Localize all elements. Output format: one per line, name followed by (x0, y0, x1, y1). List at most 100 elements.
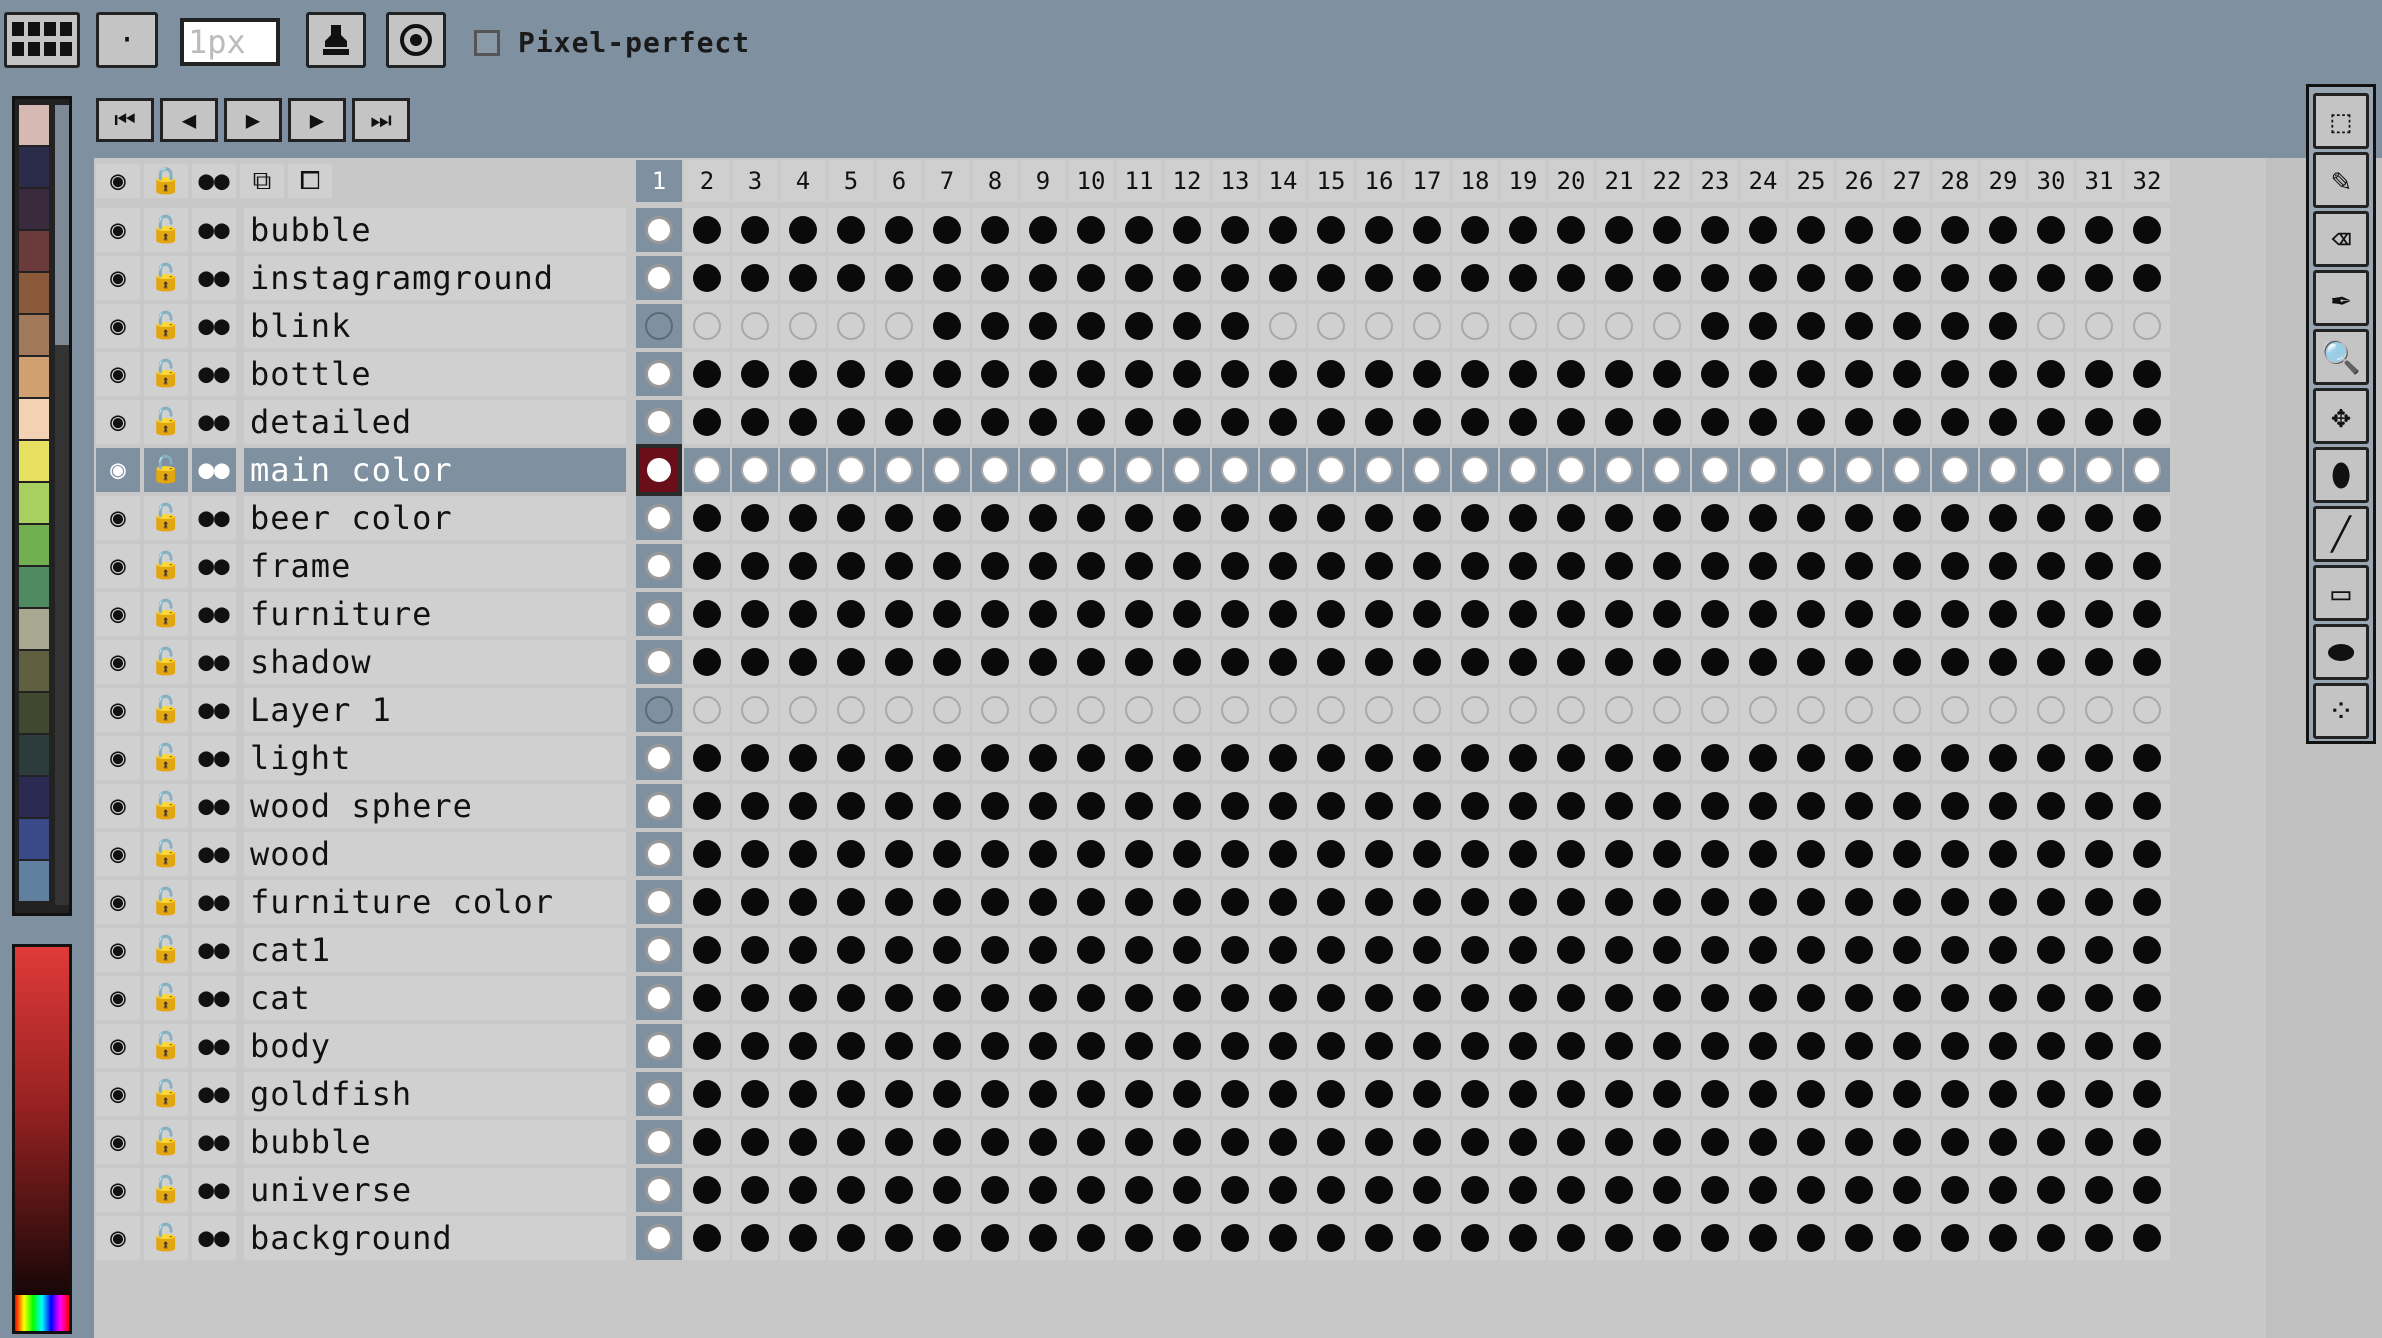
cel-frame-30[interactable] (2028, 976, 2074, 1020)
layer-row[interactable]: ◉ 🔓 ●● universe (94, 1166, 2174, 1214)
cel-frame-20[interactable] (1548, 1120, 1594, 1164)
cel-frame-2[interactable] (684, 352, 730, 396)
cel-frame-12[interactable] (1164, 1216, 1210, 1260)
cel-frame-25[interactable] (1788, 640, 1834, 684)
visibility-eye-icon[interactable]: ◉ (96, 832, 140, 876)
cel-frame-19[interactable] (1500, 496, 1546, 540)
cel-frame-1[interactable] (636, 1072, 682, 1116)
cel-frame-16[interactable] (1356, 1216, 1402, 1260)
cel-frame-8[interactable] (972, 400, 1018, 444)
cel-frame-30[interactable] (2028, 1168, 2074, 1212)
cel-frame-23[interactable] (1692, 208, 1738, 252)
cel-frame-27[interactable] (1884, 400, 1930, 444)
cel-frame-19[interactable] (1500, 736, 1546, 780)
palette-swatch[interactable] (19, 231, 49, 271)
cel-frame-16[interactable] (1356, 640, 1402, 684)
cel-frame-30[interactable] (2028, 736, 2074, 780)
cel-frame-16[interactable] (1356, 352, 1402, 396)
cel-frame-17[interactable] (1404, 1072, 1450, 1116)
cel-frame-2[interactable] (684, 1216, 730, 1260)
cel-frame-1[interactable] (636, 1168, 682, 1212)
cel-frame-25[interactable] (1788, 1216, 1834, 1260)
cel-frame-21[interactable] (1596, 208, 1642, 252)
cel-frame-32[interactable] (2124, 400, 2170, 444)
cel-frame-29[interactable] (1980, 208, 2026, 252)
cel-frame-19[interactable] (1500, 640, 1546, 684)
cel-frame-17[interactable] (1404, 832, 1450, 876)
cel-frame-26[interactable] (1836, 208, 1882, 252)
cel-frame-30[interactable] (2028, 352, 2074, 396)
onion-skin-icon[interactable]: ●● (192, 736, 236, 780)
cel-frame-26[interactable] (1836, 640, 1882, 684)
layer-group-header-icon[interactable]: ⧉ (240, 164, 284, 198)
cel-frame-25[interactable] (1788, 1120, 1834, 1164)
cel-frame-2[interactable] (684, 640, 730, 684)
frame-number-1[interactable]: 1 (636, 160, 682, 202)
layer-name[interactable]: light (244, 736, 626, 780)
cel-frame-22[interactable] (1644, 784, 1690, 828)
palette-swatch[interactable] (19, 147, 49, 187)
cel-frame-25[interactable] (1788, 208, 1834, 252)
cel-frame-6[interactable] (876, 1216, 922, 1260)
cel-frame-16[interactable] (1356, 592, 1402, 636)
cel-frame-2[interactable] (684, 1072, 730, 1116)
layer-name[interactable]: goldfish (244, 1072, 626, 1116)
cel-frame-10[interactable] (1068, 1120, 1114, 1164)
cel-frame-5[interactable] (828, 880, 874, 924)
cel-frame-31[interactable] (2076, 736, 2122, 780)
cel-frame-30[interactable] (2028, 928, 2074, 972)
cel-frame-24[interactable] (1740, 880, 1786, 924)
layer-name[interactable]: main color (244, 448, 626, 492)
cel-frame-21[interactable] (1596, 400, 1642, 444)
visibility-eye-icon[interactable]: ◉ (96, 592, 140, 636)
cel-frame-29[interactable] (1980, 1072, 2026, 1116)
cel-frame-10[interactable] (1068, 400, 1114, 444)
cel-frame-23[interactable] (1692, 1168, 1738, 1212)
cel-frame-19[interactable] (1500, 400, 1546, 444)
cel-frame-23[interactable] (1692, 1024, 1738, 1068)
frame-number-7[interactable]: 7 (924, 160, 970, 202)
cel-frame-20[interactable] (1548, 832, 1594, 876)
cel-frame-6[interactable] (876, 304, 922, 348)
cel-frame-1[interactable] (636, 352, 682, 396)
cel-frame-26[interactable] (1836, 1120, 1882, 1164)
cel-frame-22[interactable] (1644, 1168, 1690, 1212)
cel-frame-28[interactable] (1932, 784, 1978, 828)
frame-number-28[interactable]: 28 (1932, 160, 1978, 202)
cel-frame-30[interactable] (2028, 640, 2074, 684)
cel-frame-7[interactable] (924, 592, 970, 636)
cel-frame-4[interactable] (780, 1120, 826, 1164)
cel-frame-1[interactable] (636, 256, 682, 300)
layer-name[interactable]: blink (244, 304, 626, 348)
onion-skin-icon[interactable]: ●● (192, 304, 236, 348)
cel-frame-7[interactable] (924, 928, 970, 972)
cel-frame-15[interactable] (1308, 208, 1354, 252)
cel-frame-1[interactable] (636, 880, 682, 924)
cel-frame-32[interactable] (2124, 1168, 2170, 1212)
cel-frame-8[interactable] (972, 928, 1018, 972)
cel-frame-5[interactable] (828, 544, 874, 588)
frame-number-15[interactable]: 15 (1308, 160, 1354, 202)
cel-frame-6[interactable] (876, 448, 922, 492)
cel-frame-17[interactable] (1404, 352, 1450, 396)
cel-frame-3[interactable] (732, 1216, 778, 1260)
visibility-eye-icon[interactable]: ◉ (96, 1168, 140, 1212)
cel-frame-4[interactable] (780, 544, 826, 588)
cel-frame-14[interactable] (1260, 544, 1306, 588)
cel-frame-15[interactable] (1308, 400, 1354, 444)
cel-frame-6[interactable] (876, 352, 922, 396)
cel-frame-11[interactable] (1116, 448, 1162, 492)
cel-frame-2[interactable] (684, 832, 730, 876)
cel-frame-22[interactable] (1644, 1120, 1690, 1164)
frame-number-10[interactable]: 10 (1068, 160, 1114, 202)
cel-frame-9[interactable] (1020, 496, 1066, 540)
cel-frame-26[interactable] (1836, 928, 1882, 972)
cel-frame-32[interactable] (2124, 832, 2170, 876)
visibility-eye-icon[interactable]: ◉ (96, 880, 140, 924)
cel-frame-15[interactable] (1308, 832, 1354, 876)
cel-frame-11[interactable] (1116, 304, 1162, 348)
cel-frame-24[interactable] (1740, 640, 1786, 684)
palette-swatch[interactable] (19, 399, 49, 439)
cel-frame-20[interactable] (1548, 496, 1594, 540)
cel-frame-30[interactable] (2028, 592, 2074, 636)
